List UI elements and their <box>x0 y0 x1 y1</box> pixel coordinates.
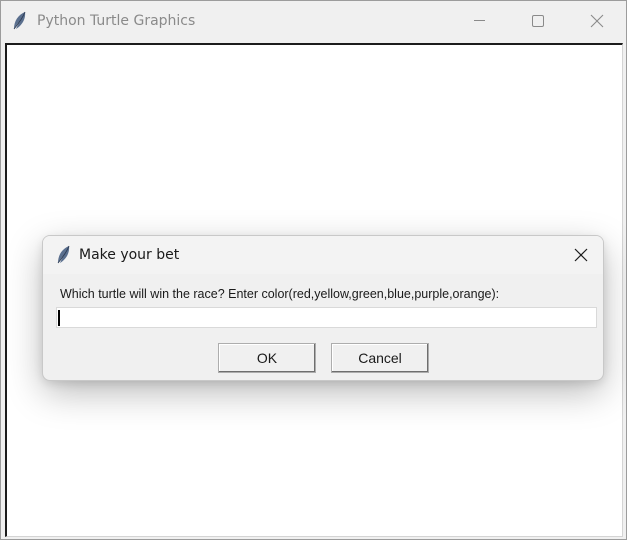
window-title: Python Turtle Graphics <box>37 13 196 29</box>
feather-icon <box>11 11 29 31</box>
window-titlebar[interactable]: Python Turtle Graphics <box>1 1 626 41</box>
dialog-titlebar[interactable]: Make your bet <box>43 236 603 274</box>
ok-button[interactable]: OK <box>218 343 316 373</box>
feather-icon <box>56 245 72 265</box>
cancel-button[interactable]: Cancel <box>331 343 429 373</box>
minimize-icon <box>474 20 485 21</box>
dialog-close-button[interactable] <box>563 240 599 270</box>
minimize-button[interactable] <box>456 1 502 41</box>
maximize-icon <box>532 15 544 27</box>
close-icon <box>590 14 604 28</box>
text-caret <box>58 310 60 326</box>
bet-dialog: Make your bet Which turtle will win the … <box>42 235 604 381</box>
answer-input[interactable] <box>56 307 597 328</box>
close-button[interactable] <box>572 1 618 41</box>
dialog-prompt: Which turtle will win the race? Enter co… <box>60 287 500 301</box>
dialog-title: Make your bet <box>79 247 180 263</box>
close-icon <box>574 248 588 262</box>
maximize-button[interactable] <box>513 1 559 41</box>
